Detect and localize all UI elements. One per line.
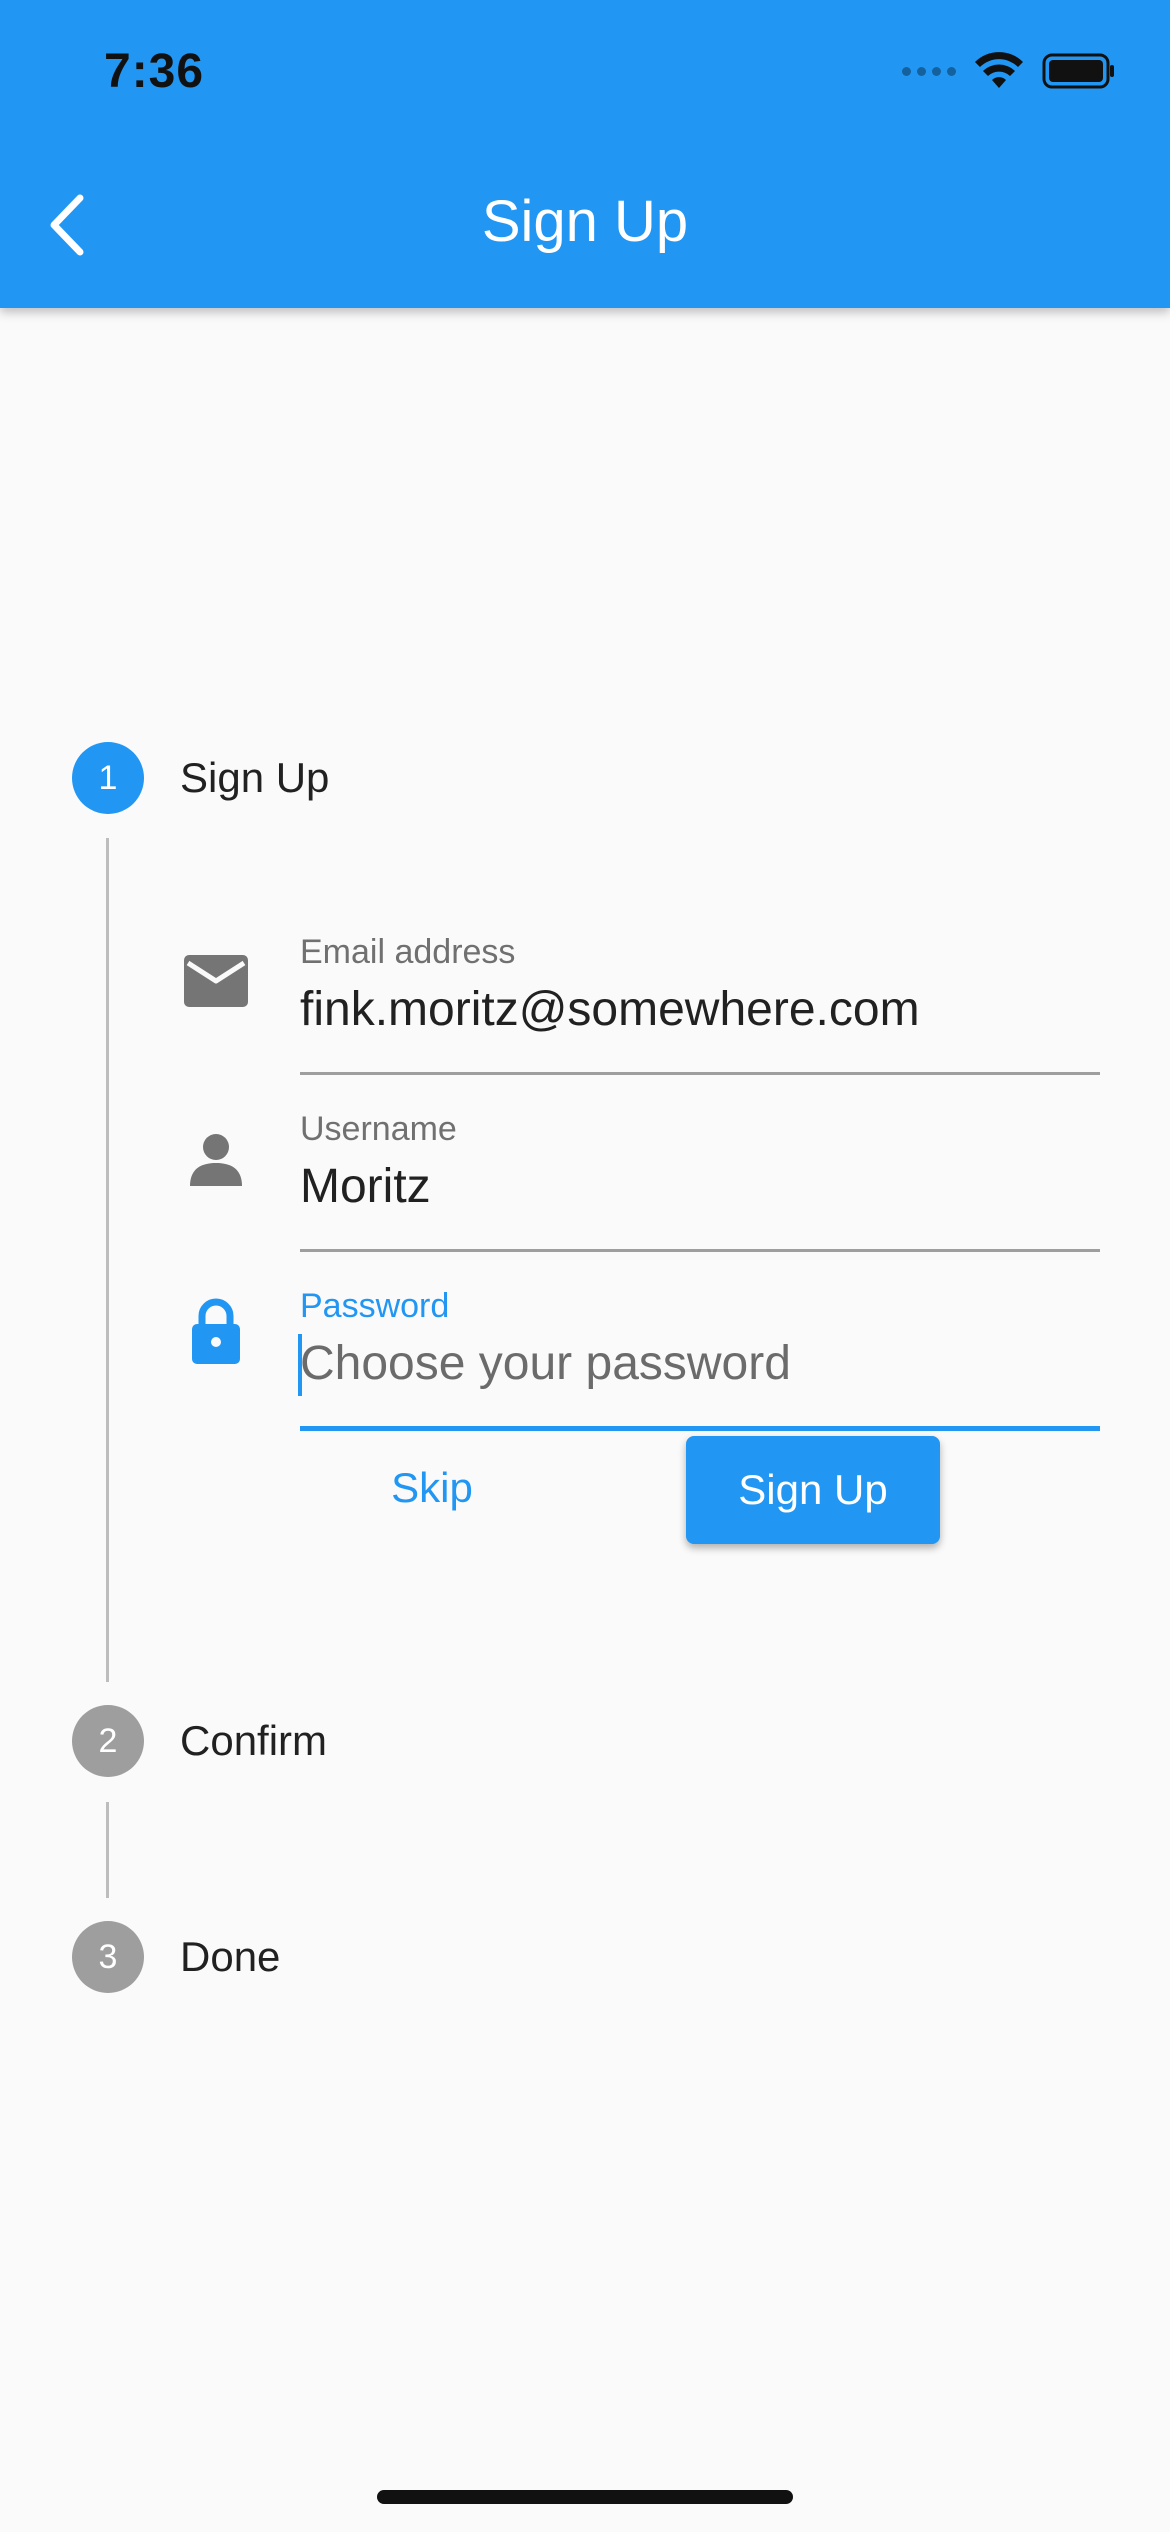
username-field-underline xyxy=(300,1249,1100,1252)
step-connector-line xyxy=(106,838,109,1682)
home-indicator[interactable] xyxy=(377,2490,793,2504)
step-number-badge: 2 xyxy=(72,1705,144,1777)
status-icons xyxy=(902,52,1116,90)
step-number-badge: 3 xyxy=(72,1921,144,1993)
wifi-icon xyxy=(975,52,1023,88)
step-label: Done xyxy=(180,1933,281,1980)
password-field-underline xyxy=(300,1426,1100,1431)
email-field-row: Email address fink.moritz@somewhere.com xyxy=(180,930,1100,1075)
username-field[interactable]: Username Moritz xyxy=(300,1107,1100,1252)
step-confirm[interactable]: 2 Confirm xyxy=(72,1705,327,1777)
app-bar: 7:36 Sign Up xyxy=(0,0,1170,308)
password-placeholder: Choose your password xyxy=(300,1337,791,1390)
username-field-row: Username Moritz xyxy=(180,1107,1100,1252)
password-field-row: Password Choose your password xyxy=(180,1284,1100,1431)
skip-button[interactable]: Skip xyxy=(352,1438,512,1538)
person-icon xyxy=(180,1122,252,1194)
step-number-badge: 1 xyxy=(72,742,144,814)
page-title: Sign Up xyxy=(481,189,689,254)
password-field[interactable]: Password Choose your password xyxy=(298,1284,1100,1431)
text-cursor xyxy=(298,1334,302,1396)
status-time: 7:36 xyxy=(104,45,205,98)
step-label: Confirm xyxy=(180,1717,328,1764)
password-input[interactable]: Choose your password xyxy=(298,1332,1100,1396)
sign-up-button[interactable]: Sign Up xyxy=(686,1436,940,1544)
step-sign-up[interactable]: 1 Sign Up xyxy=(72,742,329,814)
sign-up-screen: 7:36 Sign Up 1 Sign Up Email address fin… xyxy=(0,0,1170,2532)
cellular-signal-icon xyxy=(902,66,956,76)
battery-icon xyxy=(1042,53,1114,89)
email-field-underline xyxy=(300,1072,1100,1075)
step-connector-line xyxy=(106,1802,109,1898)
username-field-label: Username xyxy=(300,1110,457,1148)
email-icon xyxy=(180,945,252,1017)
email-field[interactable]: Email address fink.moritz@somewhere.com xyxy=(300,930,1100,1075)
username-field-value: Moritz xyxy=(300,1160,431,1213)
email-field-value: fink.moritz@somewhere.com xyxy=(300,983,920,1036)
lock-icon xyxy=(180,1294,252,1366)
step-label: Sign Up xyxy=(180,754,330,801)
password-field-label: Password xyxy=(300,1287,450,1325)
email-field-label: Email address xyxy=(300,933,516,971)
step-done[interactable]: 3 Done xyxy=(72,1921,280,1993)
